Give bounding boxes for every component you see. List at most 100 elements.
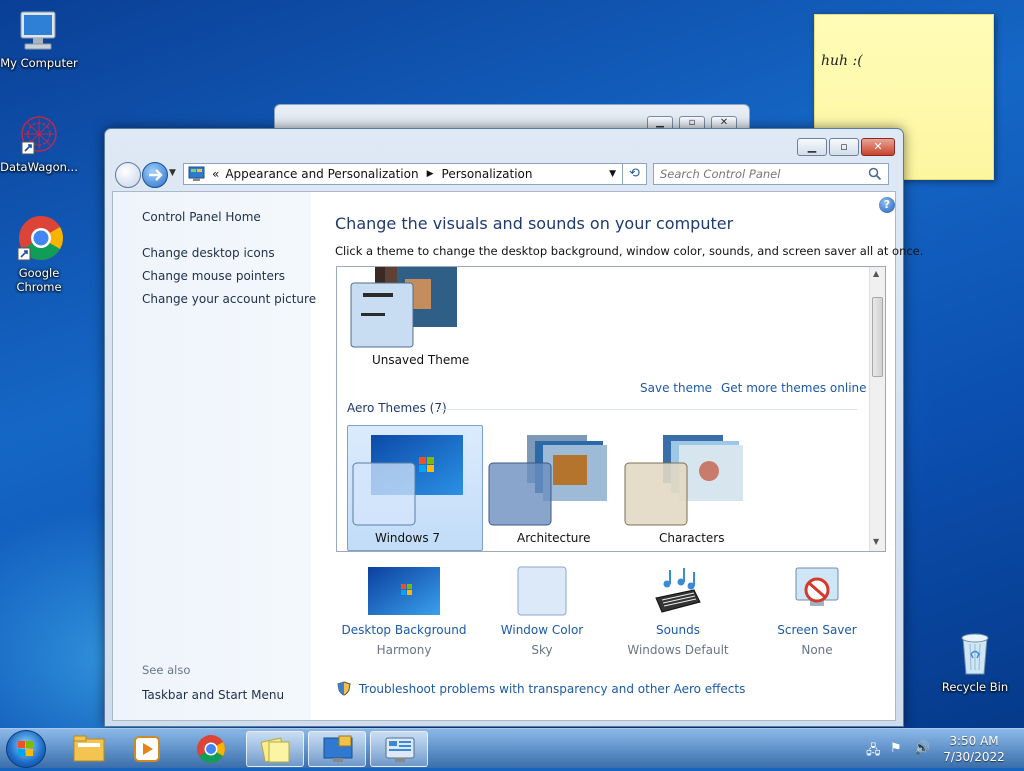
clock-date: 7/30/2022	[943, 750, 1005, 764]
taskbar-media-player[interactable]	[118, 731, 176, 767]
desktop-background-icon	[368, 567, 440, 615]
theme-list-scrollbar[interactable]: ▲ ▼	[869, 267, 885, 551]
chrome-icon	[17, 216, 63, 261]
taskbar-chrome[interactable]	[182, 731, 240, 767]
screen-saver-title[interactable]: Screen Saver	[752, 623, 882, 637]
folder-icon	[73, 735, 105, 762]
search-input[interactable]	[654, 164, 864, 184]
change-mouse-pointers-link[interactable]: Change mouse pointers	[142, 269, 285, 283]
forward-button[interactable]	[142, 162, 168, 188]
search-box[interactable]	[653, 163, 889, 185]
datawagon-icon	[21, 116, 57, 155]
control-panel-icon	[188, 166, 205, 181]
theme-windows-7[interactable]: Windows 7	[351, 435, 481, 547]
my-computer-shortcut[interactable]: My Computer	[0, 8, 78, 70]
change-desktop-icons-link[interactable]: Change desktop icons	[142, 246, 275, 260]
sounds-value: Windows Default	[627, 643, 729, 657]
theme-architecture-label: Architecture	[517, 531, 591, 545]
control-panel-home-link[interactable]: Control Panel Home	[142, 210, 261, 224]
close-button[interactable]: ✕	[861, 138, 895, 156]
architecture-theme-thumbnail	[488, 435, 607, 526]
media-player-icon	[134, 736, 160, 762]
maximize-button[interactable]: ▫	[829, 138, 859, 156]
scroll-up-icon[interactable]: ▲	[873, 269, 879, 278]
sticky-notes-icon	[260, 737, 290, 763]
window-color-icon	[517, 566, 567, 616]
address-bar[interactable]: « Appearance and Personalization ▶ Perso…	[183, 163, 623, 185]
windows-logo-icon	[18, 741, 33, 756]
page-subtitle: Click a theme to change the desktop back…	[335, 244, 924, 258]
desktop: My Computer DataWagon... Google Chrome R…	[0, 0, 1024, 728]
refresh-button[interactable]: ⟲	[623, 163, 647, 185]
datawagon-label: DataWagon...	[0, 160, 78, 174]
screen-saver-value: None	[801, 643, 833, 657]
breadcrumb-personalization[interactable]: Personalization	[442, 167, 533, 181]
troubleshoot-row[interactable]: Troubleshoot problems with transparency …	[337, 681, 745, 696]
change-account-picture-link[interactable]: Change your account picture	[142, 292, 316, 306]
unsaved-theme-thumbnail	[350, 267, 457, 348]
recycle-bin-shortcut[interactable]: Recycle Bin	[936, 628, 1014, 694]
task-pane: Control Panel Home Change desktop icons …	[113, 192, 316, 720]
datawagon-shortcut[interactable]: DataWagon...	[0, 112, 78, 174]
address-overflow-chevron[interactable]: «	[212, 167, 219, 181]
theme-characters[interactable]: Characters	[623, 435, 753, 547]
desktop-background-title[interactable]: Desktop Background	[339, 623, 469, 637]
scroll-down-icon[interactable]: ▼	[873, 537, 879, 546]
get-more-themes-link[interactable]: Get more themes online	[721, 381, 867, 395]
save-theme-link[interactable]: Save theme	[640, 381, 712, 395]
recycle-bin-label: Recycle Bin	[941, 680, 1009, 694]
security-shield-icon	[337, 681, 351, 696]
windows-7-theme-thumbnail	[352, 435, 463, 526]
sounds-icon	[655, 568, 701, 613]
clock-time: 3:50 AM	[949, 734, 999, 748]
monitor-icon	[323, 735, 353, 762]
theme-windows-7-label: Windows 7	[375, 531, 441, 545]
sounds-title[interactable]: Sounds	[613, 623, 743, 637]
content-area: Control Panel Home Change desktop icons …	[112, 191, 923, 721]
google-chrome-shortcut[interactable]: Google Chrome	[0, 214, 78, 294]
forward-arrow-icon	[149, 169, 163, 181]
recycle-bin-icon	[961, 633, 989, 675]
scroll-thumb[interactable]	[872, 297, 883, 377]
sounds-setting[interactable]: Sounds Windows Default	[613, 566, 743, 657]
help-icon[interactable]: ?	[879, 197, 895, 213]
breadcrumb-appearance[interactable]: Appearance and Personalization	[225, 167, 418, 181]
screen-saver-icon	[795, 567, 839, 606]
back-button[interactable]	[115, 162, 141, 188]
taskbar: 🖧 ⚑ 🔊 3:50 AM 7/30/2022	[0, 728, 1024, 768]
taskbar-control-panel[interactable]	[370, 731, 428, 767]
breadcrumb-separator-icon[interactable]: ▶	[427, 169, 434, 179]
my-computer-icon	[20, 11, 56, 50]
search-icon	[868, 167, 882, 181]
start-button[interactable]	[6, 730, 46, 768]
network-icon[interactable]: 🖧	[866, 741, 881, 763]
taskbar-sticky-notes[interactable]	[246, 731, 304, 767]
action-center-flag-icon[interactable]: ⚑	[890, 741, 902, 756]
theme-list: Unsaved Theme Save theme Get more themes…	[336, 266, 886, 552]
theme-characters-label: Characters	[659, 531, 725, 545]
see-also-heading: See also	[142, 663, 191, 677]
theme-architecture[interactable]: Architecture	[487, 435, 617, 547]
troubleshoot-link[interactable]: Troubleshoot problems with transparency …	[359, 682, 746, 696]
page-title: Change the visuals and sounds on your co…	[335, 214, 734, 233]
taskbar-remote-window[interactable]	[308, 731, 366, 767]
system-clock[interactable]: 3:50 AM 7/30/2022	[936, 733, 1012, 765]
volume-icon[interactable]: 🔊	[914, 741, 930, 756]
window-color-value: Sky	[531, 643, 553, 657]
unsaved-theme-item[interactable]: Unsaved Theme	[345, 267, 475, 371]
desktop-background-setting[interactable]: Desktop Background Harmony	[339, 566, 469, 657]
window-color-setting[interactable]: Window Color Sky	[477, 566, 607, 657]
recent-pages-dropdown[interactable]: ▼	[169, 168, 176, 178]
aero-group-divider	[437, 409, 857, 410]
taskbar-start-menu-link[interactable]: Taskbar and Start Menu	[142, 688, 284, 702]
sticky-note-text[interactable]: huh :(	[821, 53, 863, 69]
desktop-background-value: Harmony	[376, 643, 432, 657]
google-chrome-label: Google Chrome	[16, 266, 62, 294]
address-dropdown-icon[interactable]: ▼	[609, 169, 616, 179]
chrome-taskbar-icon	[197, 735, 225, 763]
window-color-title[interactable]: Window Color	[477, 623, 607, 637]
screen-saver-setting[interactable]: Screen Saver None	[752, 566, 882, 657]
minimize-button[interactable]: ▁	[797, 138, 827, 156]
characters-theme-thumbnail	[624, 435, 743, 526]
taskbar-explorer[interactable]	[60, 731, 118, 767]
